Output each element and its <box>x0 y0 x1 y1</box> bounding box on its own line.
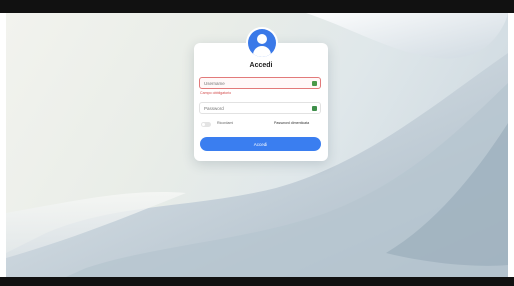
username-field[interactable] <box>199 77 321 89</box>
forgot-password-link[interactable]: Password dimenticata <box>274 121 309 125</box>
remember-me-label: Ricordami <box>217 121 234 125</box>
top-letterbox-bar <box>0 0 514 13</box>
toggle-knob <box>202 123 205 126</box>
key-icon <box>312 81 317 86</box>
login-title: Accedi <box>249 62 273 69</box>
password-field[interactable] <box>199 102 321 114</box>
password-input[interactable] <box>204 104 304 114</box>
user-circle-icon <box>248 29 276 57</box>
key-icon <box>312 106 317 111</box>
username-input[interactable] <box>204 79 304 89</box>
username-error-text: Campo obbligatorio <box>200 91 232 95</box>
bottom-letterbox-bar <box>0 277 514 286</box>
avatar <box>246 27 278 59</box>
login-submit-button[interactable]: Accedi <box>200 137 321 151</box>
remember-me-toggle[interactable] <box>201 122 211 127</box>
